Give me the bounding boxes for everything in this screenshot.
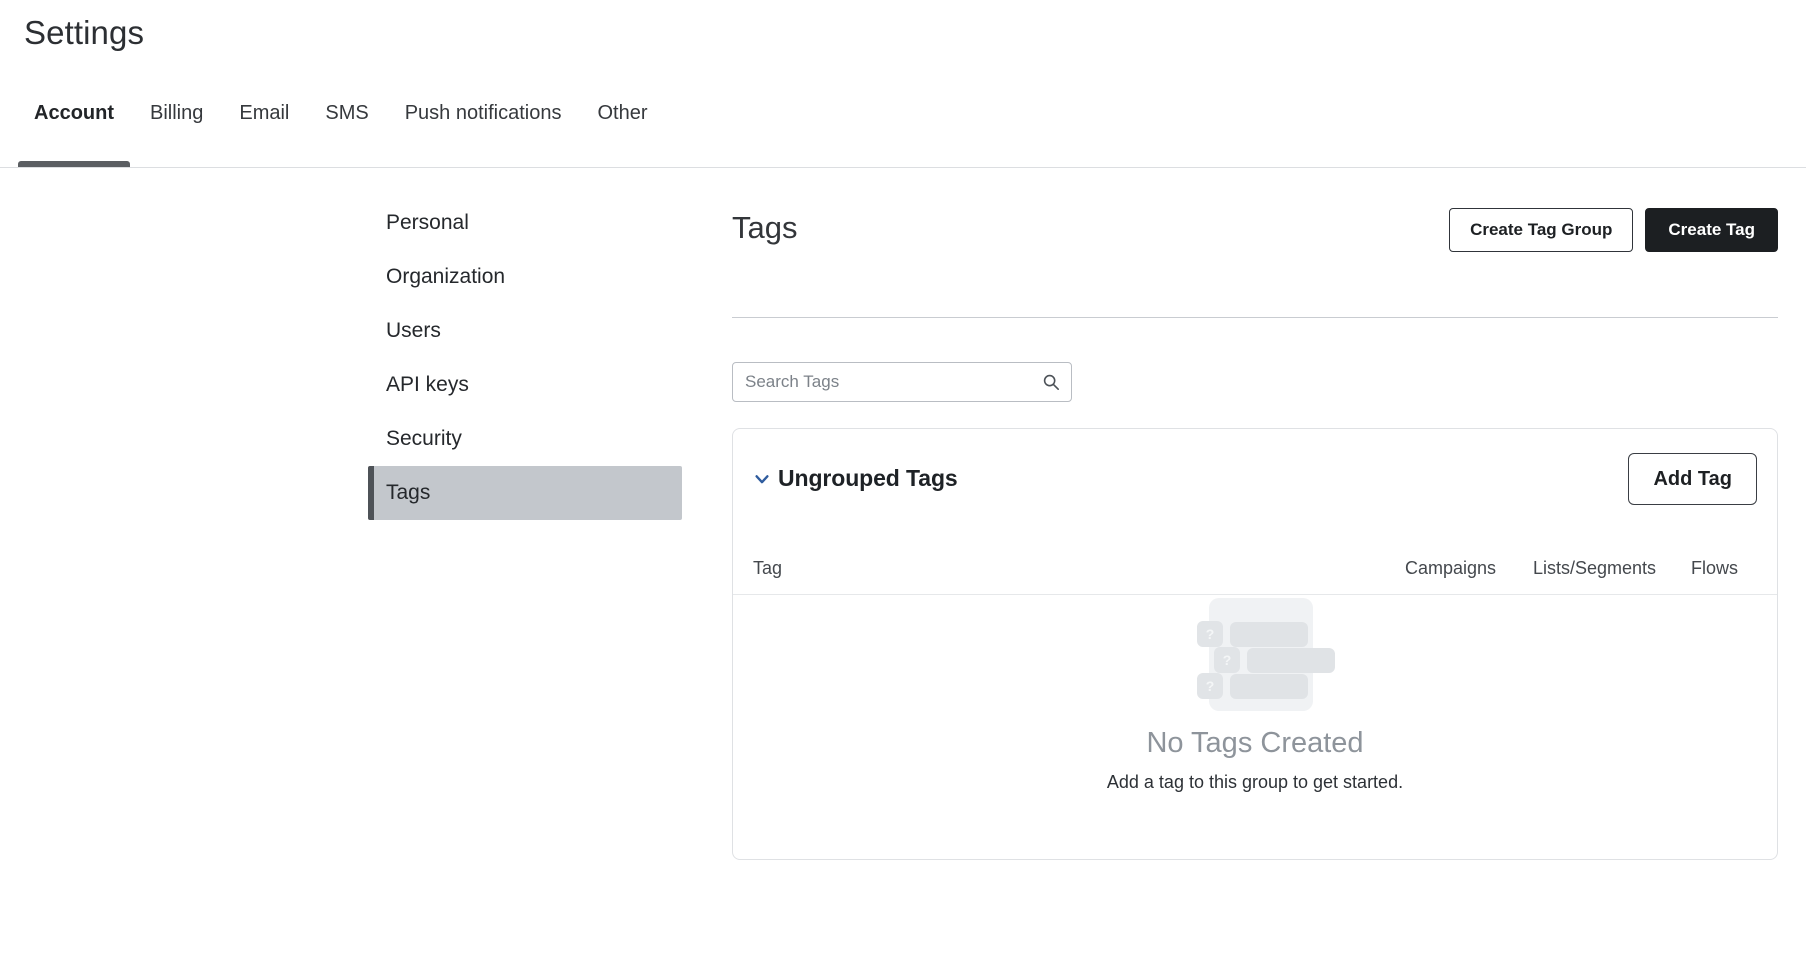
illustration-bar — [1230, 673, 1308, 699]
empty-state: ? ? ? No Tags Created Add a tag to this … — [733, 595, 1777, 793]
sidebar-item-users[interactable]: Users — [368, 304, 682, 358]
header-actions: Create Tag Group Create Tag — [1449, 208, 1778, 252]
illustration-bar — [1247, 647, 1335, 673]
content-header: Tags Create Tag Group Create Tag — [732, 196, 1778, 318]
column-header-lists-segments: Lists/Segments — [1533, 558, 1657, 578]
tab-label: Push notifications — [404, 102, 562, 124]
illustration-row: ? — [1197, 673, 1308, 699]
create-tag-button[interactable]: Create Tag — [1645, 208, 1778, 252]
create-tag-group-button[interactable]: Create Tag Group — [1449, 208, 1634, 252]
illustration-bar — [1230, 621, 1308, 647]
sidebar-item-label: API keys — [386, 373, 469, 396]
tab-label: SMS — [325, 102, 369, 124]
tab-label: Other — [597, 102, 648, 124]
tab-other[interactable]: Other — [579, 94, 665, 167]
sidebar-item-personal[interactable]: Personal — [368, 196, 682, 250]
chevron-down-icon[interactable] — [753, 470, 771, 488]
tag-group-toggle[interactable]: Ungrouped Tags — [753, 465, 958, 492]
tag-group-card: Ungrouped Tags Add Tag Tag Campaigns Lis… — [732, 428, 1778, 860]
empty-state-subtitle: Add a tag to this group to get started. — [1106, 772, 1404, 792]
tab-active-underline — [18, 161, 130, 167]
column-header-campaigns: Campaigns — [1405, 558, 1497, 578]
tab-label: Email — [239, 102, 290, 124]
sidebar-item-organization[interactable]: Organization — [368, 250, 682, 304]
sidebar-item-label: Security — [386, 427, 462, 450]
empty-state-title: No Tags Created — [1146, 727, 1364, 759]
tab-account[interactable]: Account — [16, 94, 132, 167]
tab-email[interactable]: Email — [221, 94, 307, 167]
tab-label: Account — [34, 102, 114, 124]
sidebar-item-label: Tags — [386, 481, 431, 504]
sidebar-item-label: Personal — [386, 211, 469, 234]
sidebar-item-label: Organization — [386, 265, 506, 288]
question-mark-icon: ? — [1197, 673, 1223, 699]
sidebar-item-label: Users — [386, 319, 441, 342]
tab-push-notifications[interactable]: Push notifications — [387, 94, 580, 167]
tags-content-pane: Tags Create Tag Group Create Tag Ungroup… — [732, 196, 1778, 860]
search-input[interactable] — [732, 362, 1072, 402]
tab-sms[interactable]: SMS — [307, 94, 386, 167]
tab-bar: Account Billing Email SMS Push notificat… — [0, 94, 1806, 168]
column-header-flows: Flows — [1691, 558, 1739, 578]
question-mark-icon: ? — [1214, 647, 1240, 673]
column-header-tag: Tag — [753, 558, 783, 578]
sidebar-item-tags[interactable]: Tags — [368, 466, 682, 520]
tab-billing[interactable]: Billing — [132, 94, 221, 167]
tag-group-name: Ungrouped Tags — [778, 465, 958, 491]
page-title: Settings — [24, 14, 145, 51]
sidebar-item-api-keys[interactable]: API keys — [368, 358, 682, 412]
content-title: Tags — [732, 210, 798, 245]
question-mark-icon: ? — [1197, 621, 1223, 647]
tags-table-header: Tag Campaigns Lists/Segments Flows — [733, 543, 1777, 595]
page-header: Settings Account Billing Email SMS Push … — [0, 0, 1806, 168]
illustration-row: ? — [1214, 647, 1335, 673]
empty-state-illustration: ? ? ? — [1197, 595, 1335, 711]
illustration-row: ? — [1197, 621, 1308, 647]
sidebar-item-security[interactable]: Security — [368, 412, 682, 466]
tag-group-header: Ungrouped Tags Add Tag — [733, 429, 1777, 543]
search-tags-container — [732, 362, 1072, 402]
tab-label: Billing — [150, 102, 204, 124]
add-tag-button[interactable]: Add Tag — [1628, 453, 1757, 505]
settings-nav: Personal Organization Users API keys Sec… — [368, 196, 682, 520]
